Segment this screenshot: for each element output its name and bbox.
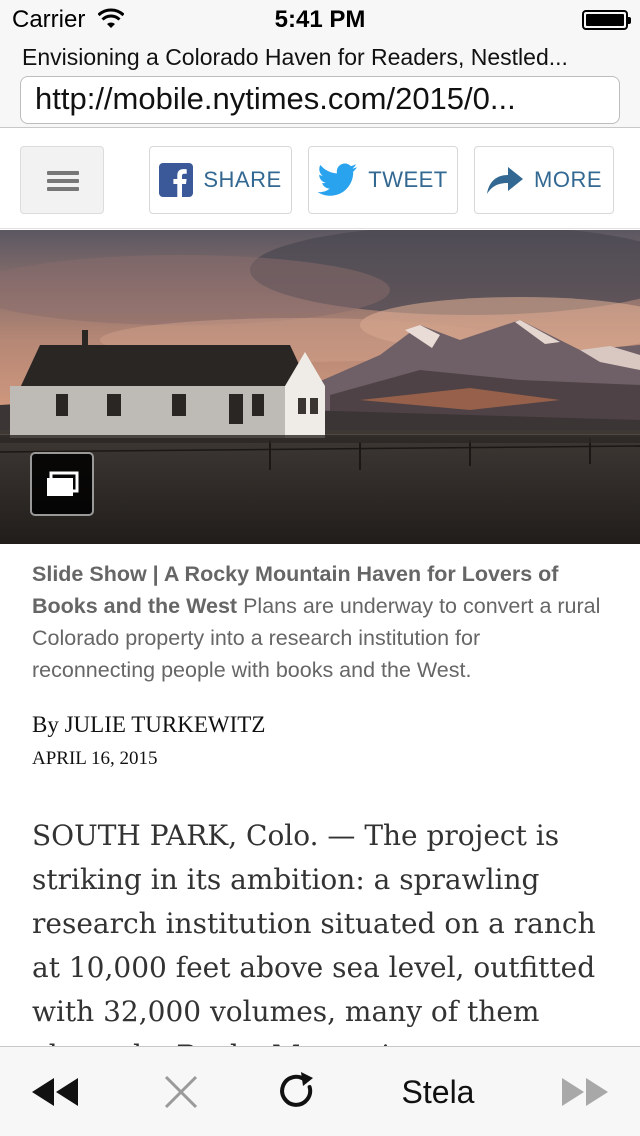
slideshow-icon[interactable] (30, 452, 94, 516)
forward-button[interactable] (550, 1047, 620, 1136)
bottom-toolbar: Stela (0, 1046, 640, 1136)
share-arrow-icon (487, 167, 523, 194)
more-share-button[interactable]: MORE (474, 146, 614, 214)
twitter-tweet-button[interactable]: TWEET (308, 146, 458, 214)
tweet-label: TWEET (368, 167, 448, 192)
reload-button[interactable] (268, 1047, 330, 1136)
rewind-icon (32, 1078, 78, 1106)
facebook-icon (159, 163, 194, 197)
publish-date: APRIL 16, 2015 (32, 748, 158, 769)
share-toolbar: SHARE TWEET MORE (0, 129, 640, 229)
photo-caption: Slide Show | A Rocky Mountain Haven for … (32, 558, 602, 686)
browser-header: Envisioning a Colorado Haven for Readers… (0, 40, 640, 128)
share-label: SHARE (203, 167, 282, 192)
stacked-slides-icon (47, 471, 79, 496)
hero-image[interactable] (0, 230, 640, 544)
clock: 5:41 PM (274, 6, 366, 33)
battery-icon (582, 10, 631, 30)
status-bar: Carrier 5:41 PM (0, 0, 640, 40)
url-field[interactable]: http://mobile.nytimes.com/2015/0... (20, 76, 620, 124)
facebook-share-button[interactable]: SHARE (149, 146, 292, 214)
twitter-bird-icon (318, 163, 358, 196)
page-title: Envisioning a Colorado Haven for Readers… (22, 44, 568, 70)
menu-button[interactable] (20, 146, 104, 214)
stela-button[interactable]: Stela (380, 1047, 496, 1136)
back-button[interactable] (20, 1047, 90, 1136)
more-label: MORE (534, 167, 602, 192)
reload-icon (280, 1072, 313, 1107)
landscape-photo (0, 230, 640, 544)
close-icon (164, 1075, 198, 1109)
byline: By JULIE TURKEWITZ (32, 712, 266, 737)
stop-button[interactable] (150, 1047, 212, 1136)
fast-forward-icon (562, 1078, 608, 1106)
